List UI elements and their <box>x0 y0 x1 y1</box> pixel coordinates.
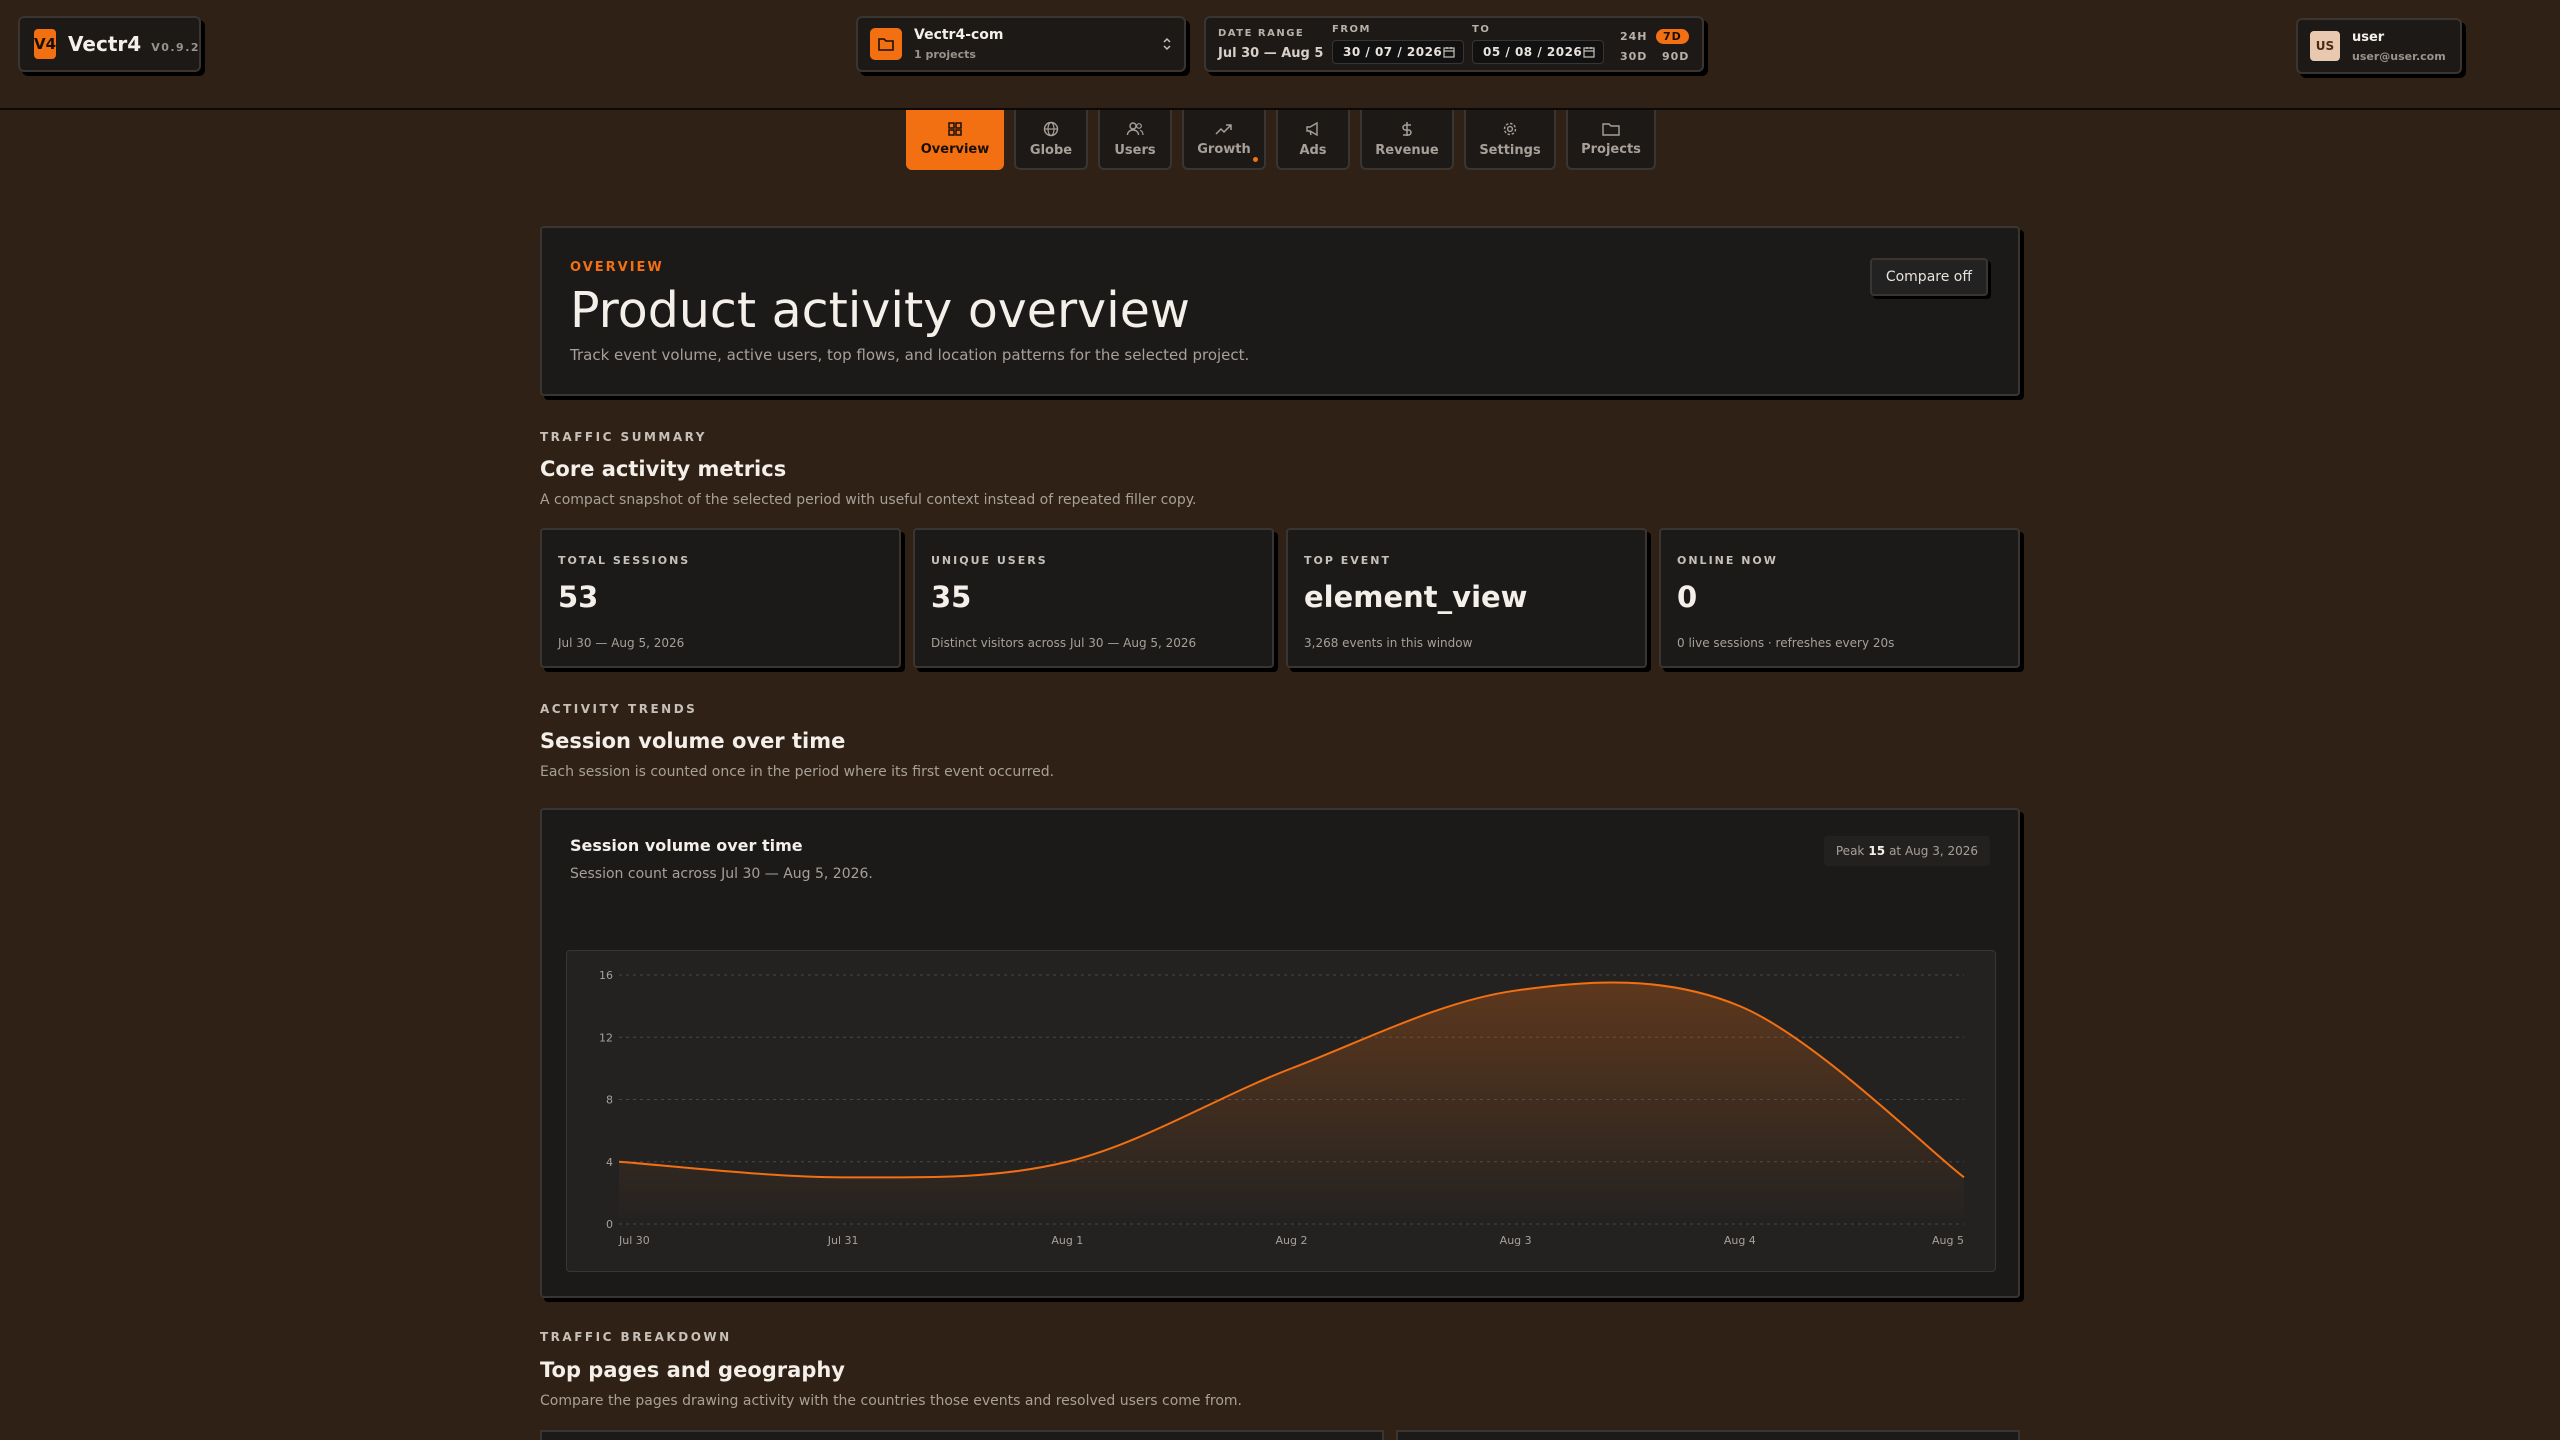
calendar-icon <box>1583 47 1595 58</box>
traffic-summary-title: Core activity metrics <box>540 457 787 481</box>
tab-ads[interactable]: Ads <box>1276 110 1350 170</box>
metric-card-online-now: ONLINE NOW 0 0 live sessions · refreshes… <box>1659 528 2020 668</box>
gear-icon <box>1503 122 1517 135</box>
from-label: FROM <box>1332 24 1371 35</box>
tab-overview[interactable]: Overview <box>906 110 1004 170</box>
tab-settings[interactable]: Settings <box>1464 110 1556 170</box>
top-pages-panel <box>540 1430 1384 1440</box>
date-presets: 24H 7D 30D 90D <box>1616 26 1696 66</box>
tab-projects[interactable]: Projects <box>1566 110 1656 170</box>
x-tick-label: Aug 2 <box>1276 1234 1308 1247</box>
folder-icon <box>1602 122 1620 136</box>
metric-cards: TOTAL SESSIONS 53 Jul 30 — Aug 5, 2026 U… <box>540 528 2020 668</box>
preset-30d[interactable]: 30D <box>1620 50 1647 63</box>
x-tick-label: Aug 3 <box>1500 1234 1532 1247</box>
chart-plot-area: 0 4 8 12 16 Jul 30 Jul 31 Aug 1 Aug 2 Aug 3 Aug 4 A… <box>566 950 1996 1272</box>
page-title: Product activity overview <box>570 282 1190 339</box>
y-tick-label: 16 <box>599 969 613 982</box>
project-count: 1 projects <box>914 48 976 61</box>
megaphone-icon <box>1306 121 1318 136</box>
grid-icon <box>948 121 962 136</box>
traffic-summary-eyebrow: TRAFFIC SUMMARY <box>540 430 707 444</box>
chart-subtitle: Session count across Jul 30 — Aug 5, 202… <box>570 866 873 882</box>
activity-trends-eyebrow: ACTIVITY TRENDS <box>540 702 698 716</box>
metric-card-unique-users: UNIQUE USERS 35 Distinct visitors across… <box>913 528 1274 668</box>
users-icon <box>1126 121 1144 135</box>
chart-title: Session volume over time <box>570 836 803 855</box>
notification-dot <box>1253 157 1258 162</box>
activity-trends-title: Session volume over time <box>540 729 846 753</box>
to-label: TO <box>1472 24 1491 35</box>
dollar-icon <box>1402 121 1412 136</box>
chevron-up-down-icon <box>1162 37 1172 51</box>
x-tick-label: Jul 31 <box>827 1234 859 1247</box>
date-range-value: Jul 30 — Aug 5 <box>1218 46 1324 61</box>
session-volume-chart-panel: Session volume over time Session count a… <box>540 808 2020 1298</box>
user-menu[interactable]: US user user@user.com <box>2296 18 2462 74</box>
calendar-icon <box>1443 47 1455 58</box>
date-range-label: DATE RANGE <box>1218 28 1305 39</box>
metric-card-total-sessions: TOTAL SESSIONS 53 Jul 30 — Aug 5, 2026 <box>540 528 901 668</box>
geography-panel <box>1396 1430 2020 1440</box>
project-name: Vectr4-com <box>914 27 1004 43</box>
main-tabs: Overview Globe Users Growth Ads Revenue … <box>906 110 1666 170</box>
brand-name: Vectr4 <box>68 32 142 56</box>
hero-description: Track event volume, active users, top fl… <box>570 346 1250 364</box>
area-fill <box>619 982 1964 1224</box>
x-tick-label: Aug 1 <box>1051 1234 1083 1247</box>
x-tick-label: Aug 5 <box>1932 1234 1964 1247</box>
y-tick-label: 8 <box>606 1094 613 1107</box>
y-tick-label: 4 <box>606 1156 613 1169</box>
traffic-summary-description: A compact snapshot of the selected perio… <box>540 492 1197 508</box>
peak-badge: Peak 15 at Aug 3, 2026 <box>1823 836 1990 866</box>
traffic-breakdown-description: Compare the pages drawing activity with … <box>540 1393 1243 1409</box>
user-email: user@user.com <box>2352 49 2446 63</box>
hero-eyebrow: OVERVIEW <box>570 260 664 275</box>
tab-growth[interactable]: Growth <box>1182 110 1266 170</box>
preset-90d[interactable]: 90D <box>1662 50 1689 63</box>
avatar: US <box>2310 31 2340 61</box>
tab-globe[interactable]: Globe <box>1014 110 1088 170</box>
brand-badge: V4 <box>34 29 57 59</box>
project-selector[interactable]: Vectr4-com 1 projects <box>856 16 1186 72</box>
activity-trends-description: Each session is counted once in the peri… <box>540 764 1055 780</box>
tab-users[interactable]: Users <box>1098 110 1172 170</box>
x-tick-label: Jul 30 <box>618 1234 650 1247</box>
date-range-picker: DATE RANGE Jul 30 — Aug 5 FROM TO 30 / 0… <box>1204 16 1704 72</box>
globe-icon <box>1043 121 1059 136</box>
user-name: user <box>2352 29 2385 45</box>
y-tick-label: 12 <box>599 1031 613 1044</box>
brand-version: V0.9.2 <box>151 40 201 54</box>
preset-7d[interactable]: 7D <box>1656 29 1689 44</box>
to-date-input[interactable]: 05 / 08 / 2026 <box>1472 40 1604 64</box>
from-date-input[interactable]: 30 / 07 / 2026 <box>1332 40 1464 64</box>
trend-up-icon <box>1215 123 1232 135</box>
brand-logo[interactable]: V4 Vectr4 V0.9.2 <box>18 16 201 72</box>
session-volume-chart: 0 4 8 12 16 Jul 30 Jul 31 Aug 1 Aug 2 Aug 3 Aug 4 A… <box>599 969 1965 1247</box>
folder-icon <box>870 28 902 60</box>
x-tick-label: Aug 4 <box>1724 1234 1756 1247</box>
preset-24h[interactable]: 24H <box>1620 30 1648 43</box>
compare-toggle-button[interactable]: Compare off <box>1869 258 1988 296</box>
y-tick-label: 0 <box>606 1218 613 1231</box>
metric-card-top-event: TOP EVENT element_view 3,268 events in t… <box>1286 528 1647 668</box>
traffic-breakdown-eyebrow: TRAFFIC BREAKDOWN <box>540 1330 732 1344</box>
top-header: V4 Vectr4 V0.9.2 Vectr4-com 1 projects D… <box>0 0 2560 110</box>
tab-revenue[interactable]: Revenue <box>1360 110 1454 170</box>
overview-hero: OVERVIEW Product activity overview Track… <box>540 226 2020 396</box>
traffic-breakdown-title: Top pages and geography <box>540 1358 845 1382</box>
